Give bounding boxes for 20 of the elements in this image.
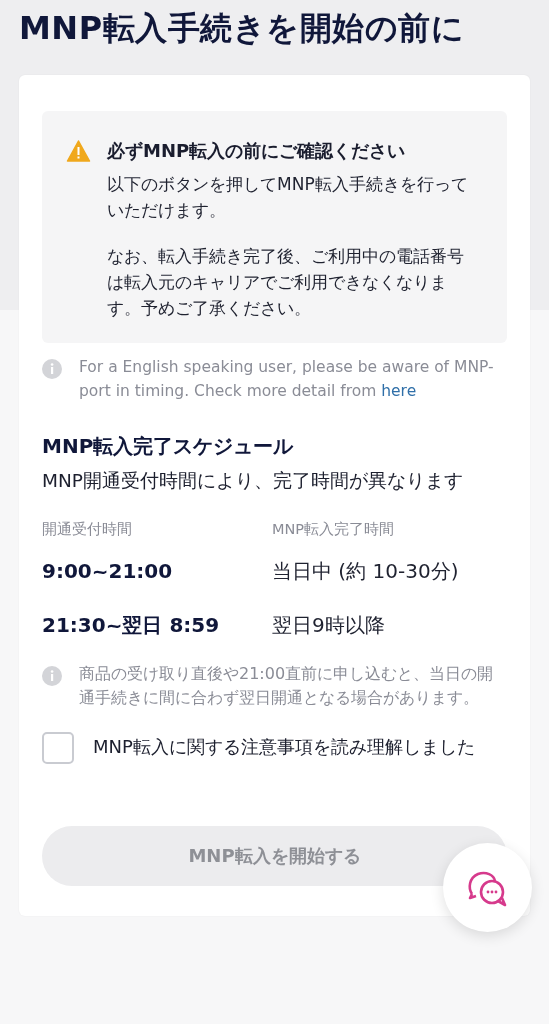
warning-icon — [66, 140, 91, 162]
schedule-heading: MNP転入完了スケジュール — [42, 433, 295, 460]
completion-time: 当日中 (約 10-30分) — [272, 558, 460, 585]
warning-heading: 必ずMNP転入の前にご確認ください — [107, 139, 406, 163]
agreement-label: MNP転入に関する注意事項を読み理解しました — [93, 735, 476, 759]
english-note: For a English speaking user, please be aware of MNP-port in timing. Check more detail from here — [79, 357, 495, 402]
schedule-description: MNP開通受付時間により、完了時間が異なります — [42, 469, 464, 493]
here-link[interactable]: here — [381, 382, 417, 400]
reception-time: 9:00~21:00 — [42, 558, 174, 585]
column-header: MNP転入完了時間 — [272, 520, 396, 539]
column-header: 開通受付時間 — [42, 520, 133, 539]
page-title: MNP転入手続きを開始の前に — [19, 8, 466, 49]
warning-text: なお、転入手続き完了後、ご利用中の電話番号は転入元のキャリアでご利用できなくなります。予めご了承ください。 — [107, 245, 465, 320]
info-icon — [42, 359, 62, 379]
warning-text: 以下のボタンを押してMNP転入手続きを行っていただけます。 — [107, 173, 469, 222]
reception-time: 21:30~翌日 8:59 — [42, 612, 221, 639]
info-icon — [42, 666, 62, 686]
agreement-checkbox[interactable] — [42, 732, 74, 764]
schedule-note: 商品の受け取り直後や21:00直前に申し込むと、当日の開通手続きに間に合わず翌日開通となる場合があります。 — [79, 663, 495, 709]
completion-time: 翌日9時以降 — [272, 612, 386, 639]
